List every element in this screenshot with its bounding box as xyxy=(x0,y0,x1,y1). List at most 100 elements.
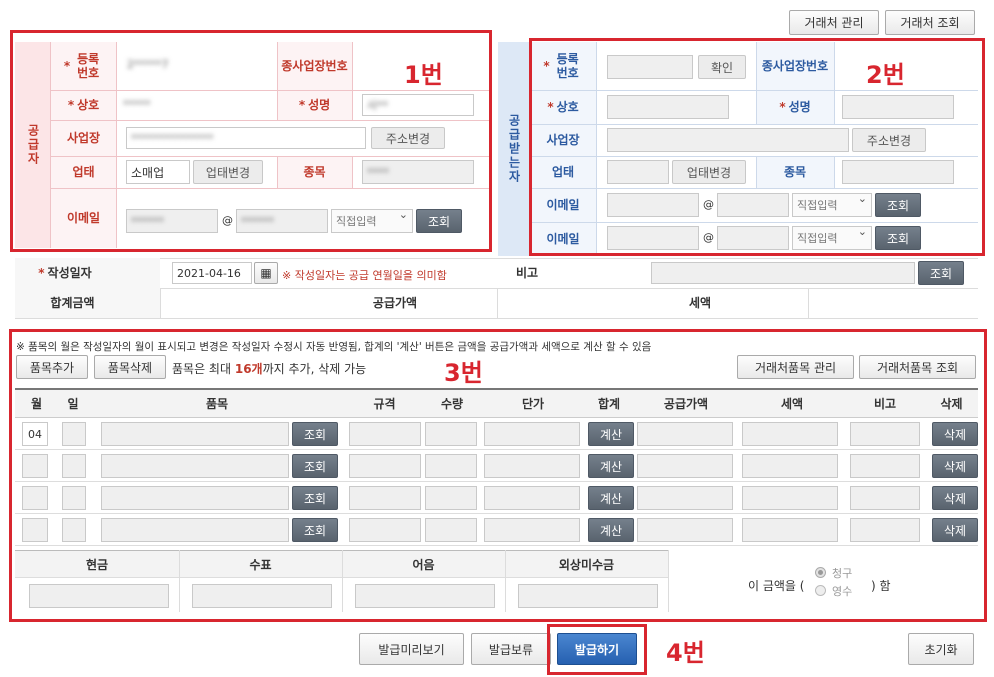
supplier-address-change-button[interactable]: 주소변경 xyxy=(371,127,445,149)
row-remark-input[interactable] xyxy=(850,454,920,478)
receiver-email-lookup-button[interactable]: 조회 xyxy=(875,193,921,217)
receiver-email2-select[interactable]: 직접입력 xyxy=(792,225,872,250)
receiver-email-id-input[interactable] xyxy=(607,193,699,217)
row-tax-input[interactable] xyxy=(742,486,838,510)
row-item-input[interactable] xyxy=(101,454,289,478)
row-unit-price-input[interactable] xyxy=(484,518,580,542)
row-delete-button[interactable]: 삭제 xyxy=(932,518,978,542)
partner-items-manage-button[interactable]: 거래처품목 관리 xyxy=(737,355,854,379)
add-item-button[interactable]: 품목추가 xyxy=(16,355,88,379)
row-tax-input[interactable] xyxy=(742,518,838,542)
row-spec-input[interactable] xyxy=(349,422,421,446)
row-day-input[interactable] xyxy=(62,486,86,510)
row-spec-input[interactable] xyxy=(349,486,421,510)
remark-lookup-button[interactable]: 조회 xyxy=(918,261,964,285)
row-day-input[interactable] xyxy=(62,454,86,478)
receiver-biztype-input[interactable] xyxy=(607,160,669,184)
supplier-name-input[interactable]: 사** xyxy=(362,94,474,116)
row-tax-input[interactable] xyxy=(742,454,838,478)
row-month-input[interactable]: 04 xyxy=(22,422,48,446)
calendar-icon[interactable]: ▦ xyxy=(254,262,278,284)
delete-item-button[interactable]: 품목삭제 xyxy=(94,355,166,379)
receiver-name-input[interactable] xyxy=(842,95,954,119)
row-item-lookup-button[interactable]: 조회 xyxy=(292,422,338,446)
row-calc-button[interactable]: 계산 xyxy=(588,518,634,542)
receiver-item-input[interactable] xyxy=(842,160,954,184)
supplier-address-input[interactable]: *************** xyxy=(126,127,366,149)
row-remark-input[interactable] xyxy=(850,518,920,542)
row-unit-price-input[interactable] xyxy=(484,454,580,478)
row-supply-input[interactable] xyxy=(637,454,733,478)
row-supply-input[interactable] xyxy=(637,422,733,446)
receiver-regno-input[interactable] xyxy=(607,55,693,79)
row-spec-input[interactable] xyxy=(349,518,421,542)
row-delete-button[interactable]: 삭제 xyxy=(932,486,978,510)
row-month-input[interactable] xyxy=(22,454,48,478)
row-calc-button[interactable]: 계산 xyxy=(588,454,634,478)
row-unit-price-input[interactable] xyxy=(484,422,580,446)
issue-button[interactable]: 발급하기 xyxy=(557,633,637,665)
row-item-input[interactable] xyxy=(101,486,289,510)
col-month: 월 xyxy=(30,397,43,411)
row-month-input[interactable] xyxy=(22,518,48,542)
receiver-email-select[interactable]: 직접입력 xyxy=(792,192,872,217)
row-item-lookup-button[interactable]: 조회 xyxy=(292,454,338,478)
row-qty-input[interactable] xyxy=(425,454,477,478)
receiver-email2-lookup-button[interactable]: 조회 xyxy=(875,226,921,250)
row-item-input[interactable] xyxy=(101,518,289,542)
receiver-company-input[interactable] xyxy=(607,95,729,119)
row-day-input[interactable] xyxy=(62,422,86,446)
row-qty-input[interactable] xyxy=(425,486,477,510)
row-delete-button[interactable]: 삭제 xyxy=(932,422,978,446)
row-day-input[interactable] xyxy=(62,518,86,542)
receiver-email-domain-input[interactable] xyxy=(717,193,789,217)
receiver-name-label: * 성명 xyxy=(779,100,811,114)
row-calc-button[interactable]: 계산 xyxy=(588,486,634,510)
supplier-email-domain-input[interactable]: ****** xyxy=(236,209,328,233)
receiver-biztype-change-button[interactable]: 업태변경 xyxy=(672,160,746,184)
row-remark-input[interactable] xyxy=(850,422,920,446)
receiver-email2-id-input[interactable] xyxy=(607,226,699,250)
row-month-input[interactable] xyxy=(22,486,48,510)
check-input[interactable] xyxy=(192,584,332,608)
credit-input[interactable] xyxy=(518,584,658,608)
issue-hold-button[interactable]: 발급보류 xyxy=(471,633,551,665)
row-delete-button[interactable]: 삭제 xyxy=(932,454,978,478)
partner-manage-button[interactable]: 거래처 관리 xyxy=(789,10,879,35)
col-day: 일 xyxy=(67,397,79,411)
row-qty-input[interactable] xyxy=(425,518,477,542)
row-tax-input[interactable] xyxy=(742,422,838,446)
issue-preview-button[interactable]: 발급미리보기 xyxy=(359,633,464,665)
row-spec-input[interactable] xyxy=(349,454,421,478)
supplier-email-lookup-button[interactable]: 조회 xyxy=(416,209,462,233)
receiver-address-input[interactable] xyxy=(607,128,849,152)
row-qty-input[interactable] xyxy=(425,422,477,446)
row-item-lookup-button[interactable]: 조회 xyxy=(292,518,338,542)
note-input[interactable] xyxy=(355,584,495,608)
row-unit-price-input[interactable] xyxy=(484,486,580,510)
partner-search-button[interactable]: 거래처 조회 xyxy=(885,10,975,35)
col-qty: 수량 xyxy=(440,397,464,411)
date-input[interactable]: 2021-04-16 xyxy=(172,262,252,284)
supplier-biztype-change-button[interactable]: 업태변경 xyxy=(193,160,263,184)
reset-button[interactable]: 초기화 xyxy=(908,633,974,665)
receiver-email2-domain-input[interactable] xyxy=(717,226,789,250)
row-supply-input[interactable] xyxy=(637,486,733,510)
cash-input[interactable] xyxy=(29,584,169,608)
supplier-biztype-input[interactable]: 소매업 xyxy=(126,160,190,184)
supplier-item-input[interactable]: **** xyxy=(362,160,474,184)
claim-radio[interactable] xyxy=(815,567,826,578)
partner-items-search-button[interactable]: 거래처품목 조회 xyxy=(859,355,976,379)
row-item-input[interactable] xyxy=(101,422,289,446)
row-supply-input[interactable] xyxy=(637,518,733,542)
remark-input[interactable] xyxy=(651,262,915,284)
row-remark-input[interactable] xyxy=(850,486,920,510)
receiver-address-change-button[interactable]: 주소변경 xyxy=(852,128,926,152)
receipt-radio[interactable] xyxy=(815,585,826,596)
supplier-item-label: 종목 xyxy=(303,165,326,179)
supplier-email-select[interactable]: 직접입력 xyxy=(331,208,413,233)
supplier-email-id-input[interactable]: ****** xyxy=(126,209,218,233)
receiver-confirm-button[interactable]: 확인 xyxy=(698,55,746,79)
row-calc-button[interactable]: 계산 xyxy=(588,422,634,446)
row-item-lookup-button[interactable]: 조회 xyxy=(292,486,338,510)
